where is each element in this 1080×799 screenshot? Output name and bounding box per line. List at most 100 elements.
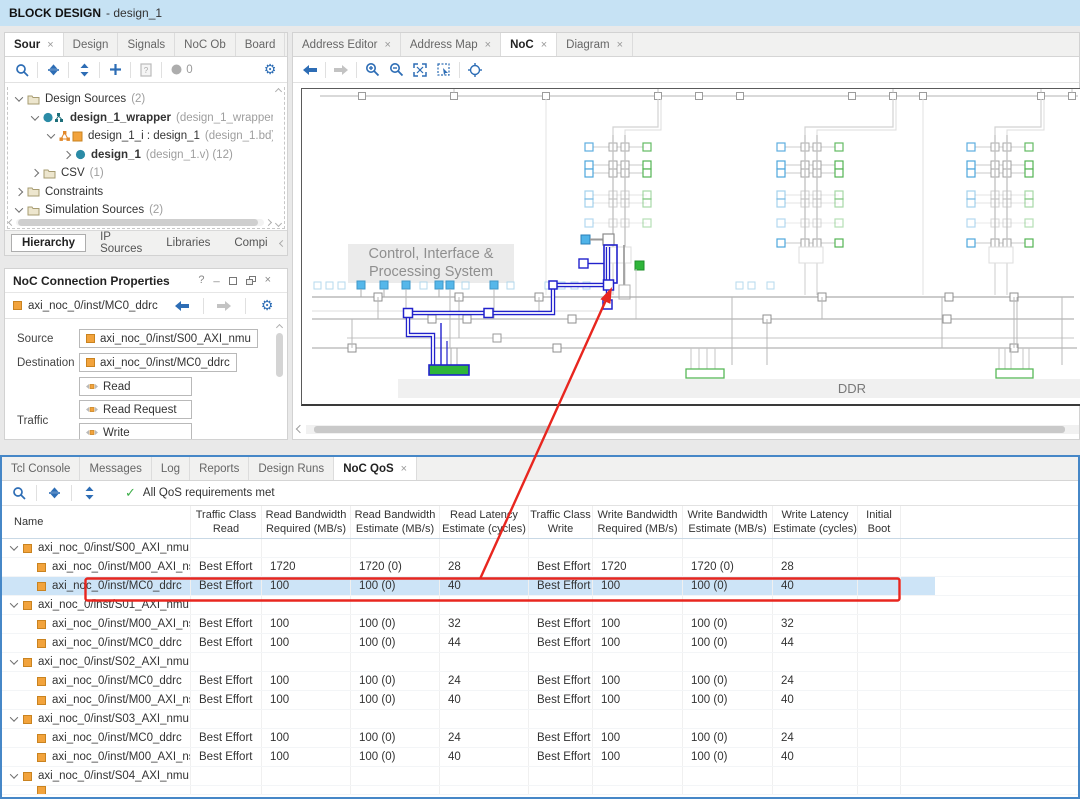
minimize-icon[interactable]: _	[213, 272, 219, 283]
view-tab-compi[interactable]: Compi	[224, 235, 277, 251]
report-icon[interactable]: ?	[134, 59, 158, 81]
column-header-initial[interactable]: Initial Boot	[858, 506, 901, 538]
column-header-write-latency[interactable]: Write Latency Estimate (cycles)	[773, 506, 858, 538]
forward-arrow-icon[interactable]	[329, 59, 353, 81]
close-icon[interactable]: ×	[617, 39, 623, 51]
qos-table-row[interactable]: axi_noc_0/inst/MC0_ddrcBest Effort100100…	[2, 729, 1078, 748]
back-arrow-icon[interactable]	[170, 295, 194, 317]
column-header-write-bandwidth[interactable]: Write Bandwidth Estimate (MB/s)	[683, 506, 773, 538]
chevron-down-icon[interactable]	[10, 770, 18, 778]
zoom-fit-icon[interactable]	[408, 59, 432, 81]
chevron-right-icon[interactable]	[63, 151, 71, 159]
close-icon[interactable]: ×	[401, 463, 407, 475]
column-header-write-bandwidth[interactable]: Write Bandwidth Required (MB/s)	[593, 506, 683, 538]
sources-tree-item-design-sources[interactable]: Design Sources(2)	[8, 90, 273, 109]
expand-all-icon[interactable]	[72, 59, 96, 81]
column-header-read-latency[interactable]: Read Latency Estimate (cycles)	[440, 506, 529, 538]
tab-diagram[interactable]: Diagram×	[557, 33, 633, 56]
chevron-down-icon[interactable]	[15, 205, 23, 213]
sources-tree-item-design-1-wrapper[interactable]: design_1_wrapper(design_1_wrapper.v) (1	[8, 109, 273, 128]
view-tab-hierarchy[interactable]: Hierarchy	[11, 234, 86, 252]
tab-noc-ob[interactable]: NoC Ob	[175, 33, 236, 56]
tab-board[interactable]: Board	[236, 33, 286, 56]
qos-table-row[interactable]: axi_noc_0/inst/M00_AXI_nsuBest Effort100…	[2, 691, 1078, 710]
traffic-chip-write[interactable]: Write	[79, 423, 192, 439]
back-arrow-icon[interactable]	[298, 59, 322, 81]
properties-scrollbar[interactable]	[274, 323, 285, 437]
tab-address-map[interactable]: Address Map×	[401, 33, 501, 56]
close-icon[interactable]: ×	[384, 39, 390, 51]
forward-arrow-icon[interactable]	[212, 295, 236, 317]
qos-table-row[interactable]: axi_noc_0/inst/M00_AXI_nsuBest Effort100…	[2, 748, 1078, 767]
zoom-out-icon[interactable]	[384, 59, 408, 81]
messages-badge[interactable]: 0	[165, 59, 199, 81]
chevron-down-icon[interactable]	[47, 131, 55, 139]
qos-table-row[interactable]: axi_noc_0/inst/S04_AXI_nmu	[2, 767, 1078, 786]
zoom-in-icon[interactable]	[360, 59, 384, 81]
sources-tree-item-design-1-i-design-1[interactable]: design_1_i : design_1(design_1.bd) (1)	[8, 127, 273, 146]
chevron-down-icon[interactable]	[15, 94, 23, 102]
zoom-selection-icon[interactable]	[432, 59, 456, 81]
sources-tree-item-constraints[interactable]: Constraints	[8, 183, 273, 202]
search-icon[interactable]	[10, 59, 34, 81]
help-icon[interactable]: ?	[198, 275, 204, 286]
chevron-right-icon[interactable]	[15, 188, 23, 196]
chevron-right-icon[interactable]	[31, 169, 39, 177]
sources-vertical-scrollbar[interactable]	[273, 87, 284, 228]
settings-gear-icon[interactable]: ⚙	[255, 295, 279, 317]
qos-table-row[interactable]	[2, 786, 1078, 795]
sources-tree-item-csv[interactable]: CSV(1)	[8, 164, 273, 183]
traffic-chip-read-request[interactable]: Read Request	[79, 400, 192, 419]
column-header-read-bandwidth[interactable]: Read Bandwidth Required (MB/s)	[262, 506, 351, 538]
collapse-all-icon[interactable]	[42, 482, 66, 504]
qos-table-row[interactable]: axi_noc_0/inst/S03_AXI_nmu	[2, 710, 1078, 729]
sources-tree-item-design-1[interactable]: design_1(design_1.v) (12)	[8, 146, 273, 165]
tab-address-editor[interactable]: Address Editor×	[293, 33, 401, 56]
autofit-icon[interactable]	[463, 59, 487, 81]
diagram-horizontal-scrollbar[interactable]	[297, 423, 1079, 435]
property-value-destination[interactable]: axi_noc_0/inst/MC0_ddrc	[79, 353, 237, 372]
column-header-read-bandwidth[interactable]: Read Bandwidth Estimate (MB/s)	[351, 506, 440, 538]
qos-table-row[interactable]: axi_noc_0/inst/S00_AXI_nmu	[2, 539, 1078, 558]
qos-table-row[interactable]: axi_noc_0/inst/MC0_ddrcBest Effort100100…	[2, 577, 1078, 596]
noc-diagram-canvas[interactable]: Control, Interface & Processing System D…	[301, 88, 1080, 406]
qos-table-row[interactable]: axi_noc_0/inst/MC0_ddrcBest Effort100100…	[2, 634, 1078, 653]
float-icon[interactable]	[246, 276, 256, 285]
tab-design-runs[interactable]: Design Runs	[249, 457, 334, 480]
sources-horizontal-scrollbar[interactable]	[7, 217, 273, 228]
view-tab-ip-sources[interactable]: IP Sources	[90, 229, 152, 257]
column-header-name[interactable]: Name	[2, 506, 191, 538]
search-icon[interactable]	[7, 482, 31, 504]
close-icon[interactable]: ×	[541, 39, 547, 51]
collapse-all-icon[interactable]	[41, 59, 65, 81]
column-header-traffic-class[interactable]: Traffic Class Read	[191, 506, 262, 538]
close-icon[interactable]: ×	[265, 275, 271, 286]
maximize-icon[interactable]	[229, 277, 237, 285]
tab-reports[interactable]: Reports	[190, 457, 249, 480]
chevron-down-icon[interactable]	[10, 656, 18, 664]
chevron-down-icon[interactable]	[10, 542, 18, 550]
close-icon[interactable]: ×	[47, 39, 53, 51]
traffic-chip-read[interactable]: Read	[79, 377, 192, 396]
tab-sour[interactable]: Sour×	[5, 33, 64, 56]
tab-noc-qos[interactable]: NoC QoS×	[334, 457, 417, 480]
add-icon[interactable]	[103, 59, 127, 81]
tab-design[interactable]: Design	[64, 33, 119, 56]
chevron-down-icon[interactable]	[10, 599, 18, 607]
chevron-down-icon[interactable]	[31, 112, 39, 120]
qos-table-row[interactable]: axi_noc_0/inst/M00_AXI_nsuBest Effort172…	[2, 558, 1078, 577]
tab-messages[interactable]: Messages	[80, 457, 151, 480]
expand-all-icon[interactable]	[77, 482, 101, 504]
qos-table-row[interactable]: axi_noc_0/inst/S02_AXI_nmu	[2, 653, 1078, 672]
tab-tcl-console[interactable]: Tcl Console	[2, 457, 80, 480]
tab-signals[interactable]: Signals	[118, 33, 175, 56]
close-icon[interactable]: ×	[485, 39, 491, 51]
qos-table-row[interactable]: axi_noc_0/inst/MC0_ddrcBest Effort100100…	[2, 672, 1078, 691]
scroll-left-icon[interactable]	[279, 239, 286, 246]
tab-noc[interactable]: NoC×	[501, 33, 557, 56]
chevron-down-icon[interactable]	[10, 713, 18, 721]
property-value-source[interactable]: axi_noc_0/inst/S00_AXI_nmu	[79, 329, 258, 348]
qos-table-row[interactable]: axi_noc_0/inst/S01_AXI_nmu	[2, 596, 1078, 615]
tab-log[interactable]: Log	[152, 457, 190, 480]
qos-table-row[interactable]: axi_noc_0/inst/M00_AXI_nsuBest Effort100…	[2, 615, 1078, 634]
